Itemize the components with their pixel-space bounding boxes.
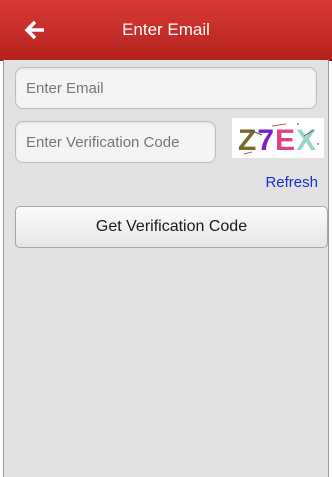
verification-code-input[interactable] <box>15 121 216 163</box>
captcha-text: Z7EX <box>238 124 316 157</box>
page-title: Enter Email <box>122 20 210 39</box>
captcha-char-3: E <box>275 124 295 157</box>
captcha-char-1: Z <box>238 124 256 157</box>
header-bar: Enter Email <box>0 0 332 61</box>
refresh-link[interactable]: Refresh <box>236 174 318 191</box>
captcha-char-2: 7 <box>257 124 274 157</box>
form-panel: Z7EX Refresh Get Verification Code <box>3 60 329 477</box>
captcha-image[interactable]: Z7EX <box>232 118 324 158</box>
captcha-char-4: X <box>296 124 316 157</box>
get-verification-code-button[interactable]: Get Verification Code <box>15 206 328 248</box>
email-input[interactable] <box>15 67 317 109</box>
